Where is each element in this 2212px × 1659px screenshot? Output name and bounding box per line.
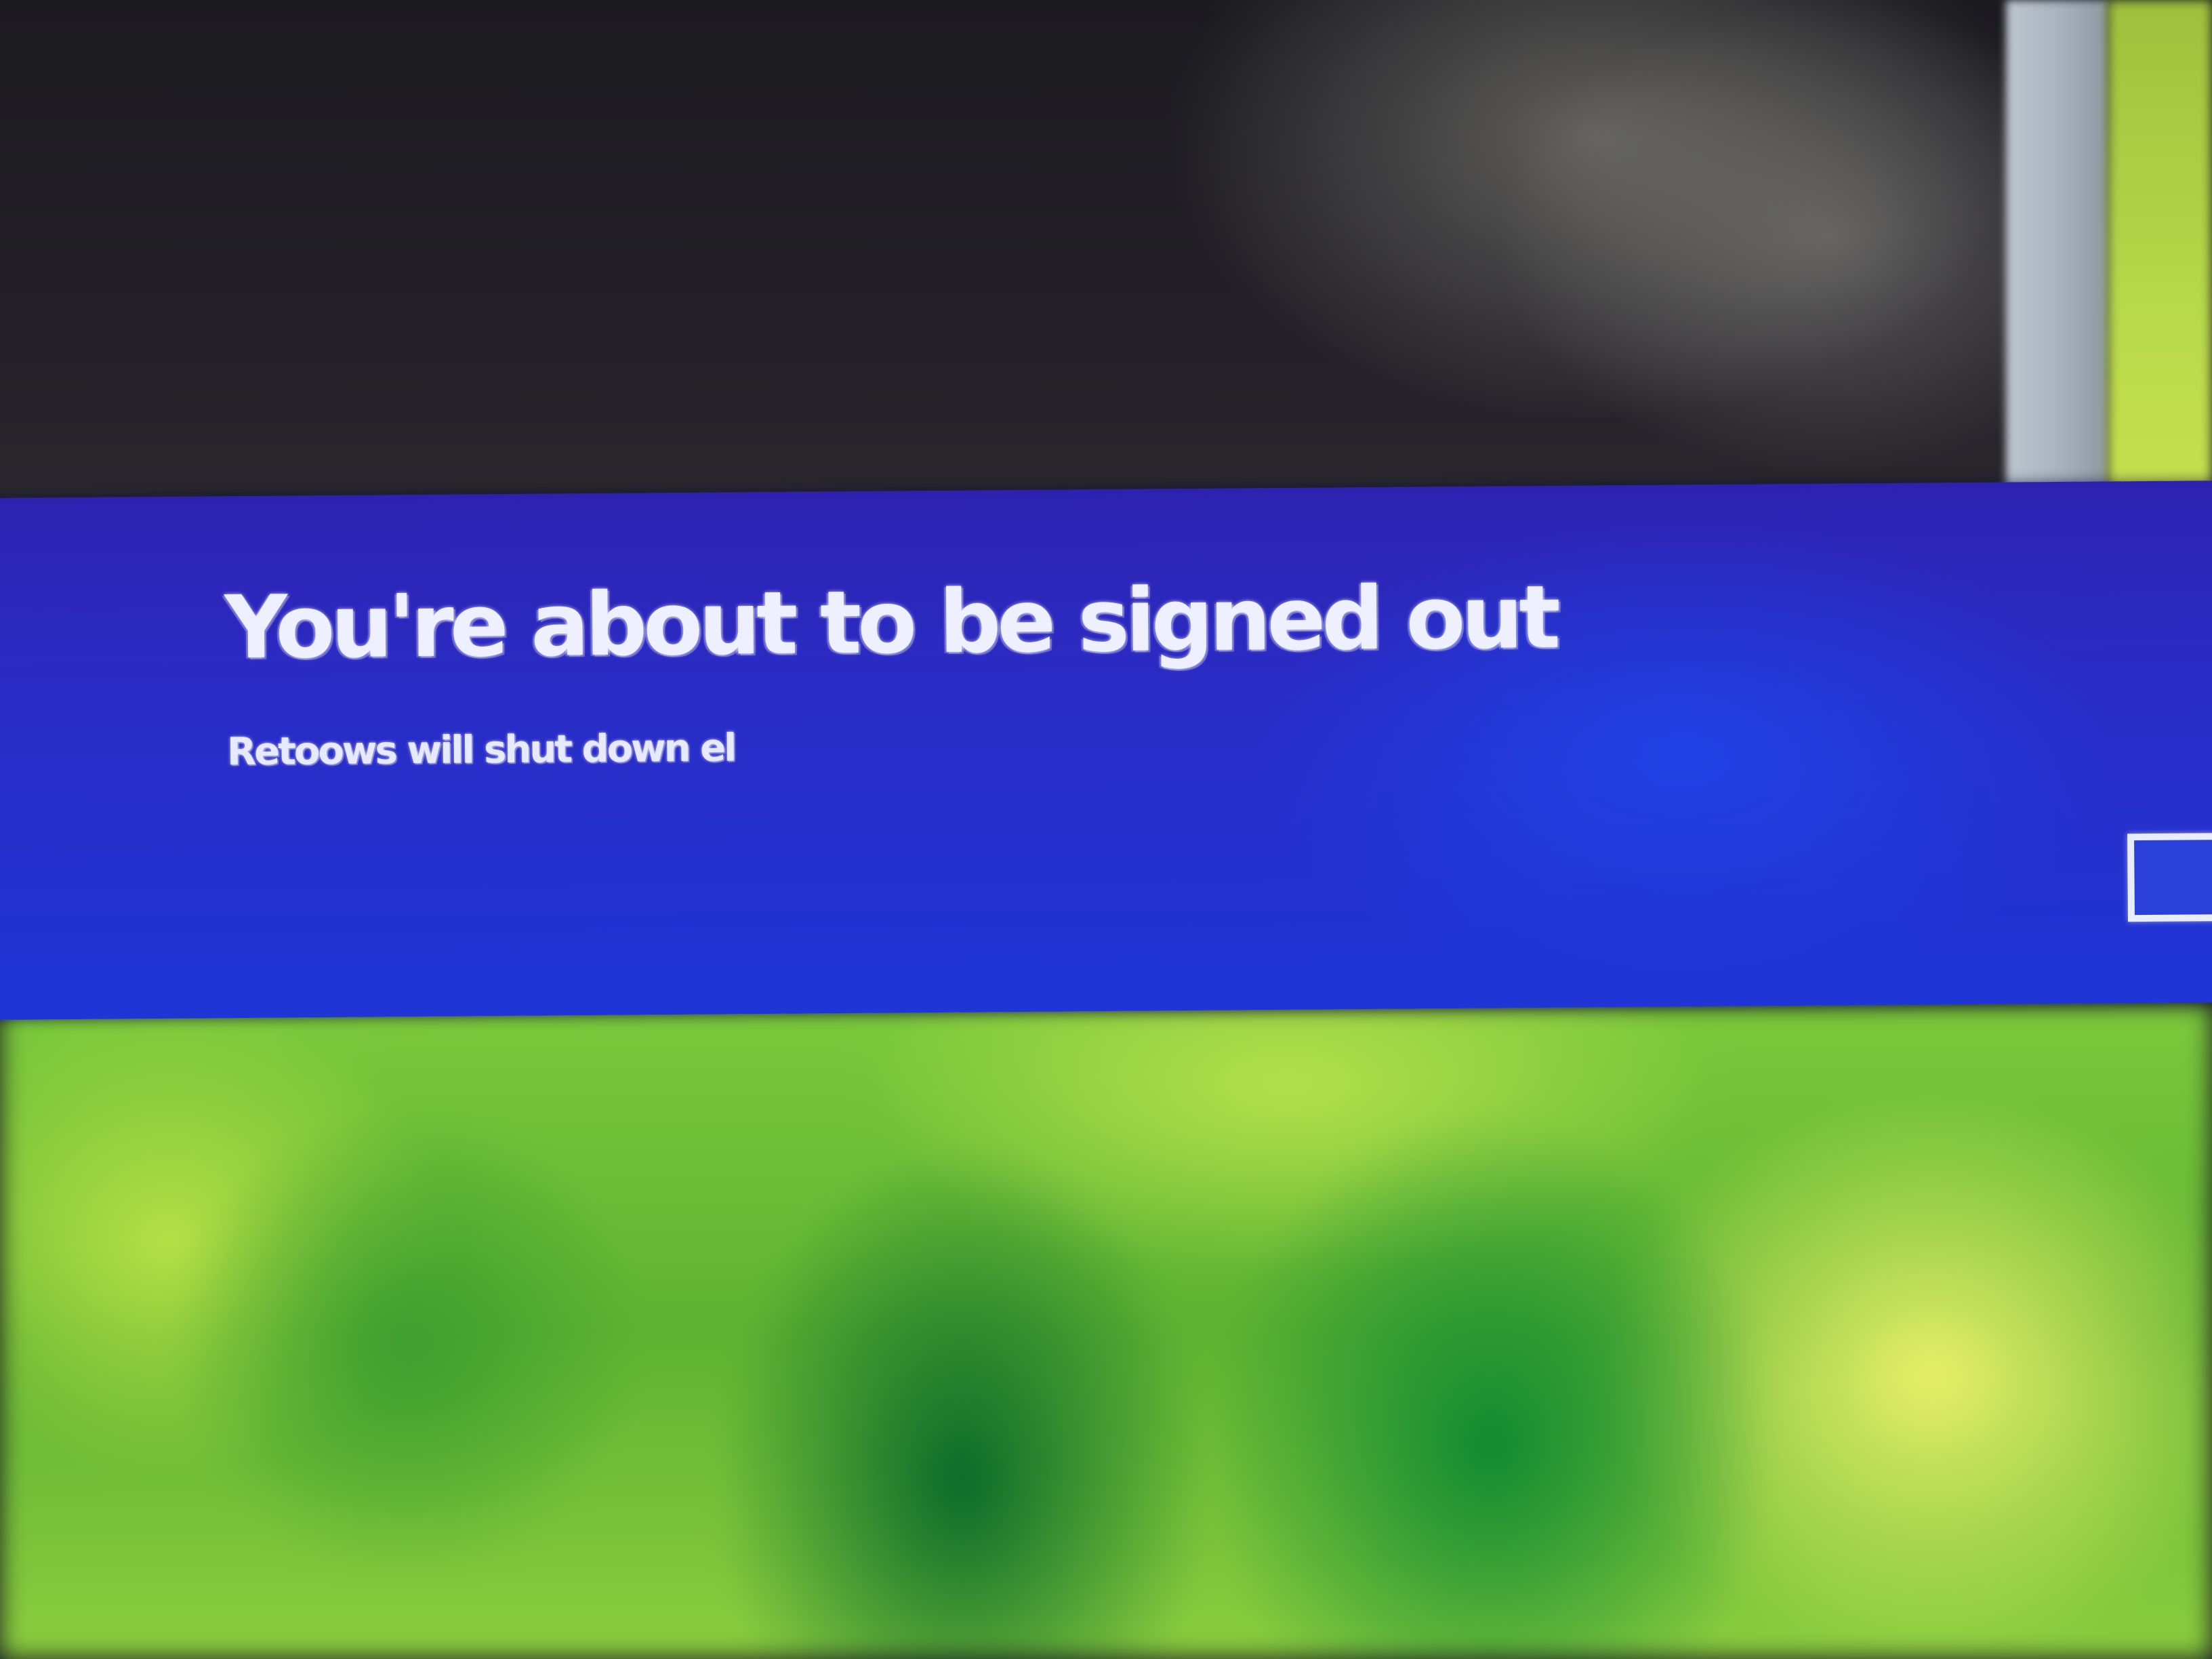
window-edge: [2006, 0, 2108, 515]
banner-message: Retoows will shut down el: [226, 726, 735, 775]
banner-title: You're about to be signed out: [224, 567, 1557, 679]
desktop-wallpaper: [0, 1003, 2212, 1659]
screen: You're about to be signed out Retoows wi…: [0, 0, 2212, 1659]
close-button[interactable]: [2127, 832, 2212, 922]
desktop-background-dark: [0, 0, 2212, 522]
wallpaper-corner: [2108, 0, 2212, 515]
sign-out-notification-banner: You're about to be signed out Retoows wi…: [0, 480, 2212, 1020]
